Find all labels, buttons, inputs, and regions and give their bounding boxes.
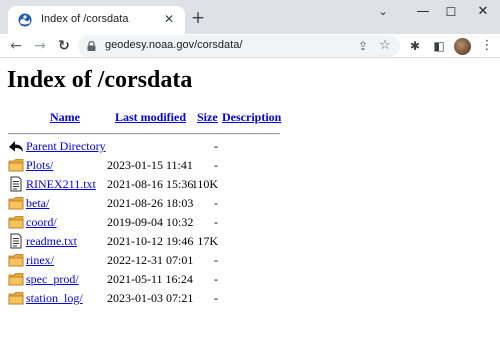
folder-icon xyxy=(8,195,24,211)
tab-search-icon[interactable]: ⌄ xyxy=(363,1,403,23)
table-row: rinex/2022-12-31 07:01 - xyxy=(8,251,280,269)
entry-size: - xyxy=(214,253,218,267)
text-file-icon xyxy=(8,233,24,249)
folder-icon xyxy=(8,157,24,173)
folder-icon xyxy=(8,214,24,230)
entry-size: - xyxy=(214,196,218,210)
entry-modified: 2023-01-03 07:21 xyxy=(107,291,194,305)
forward-button[interactable]: → xyxy=(30,36,50,56)
column-header-last-modified[interactable]: Last modified xyxy=(115,110,186,125)
folder-icon xyxy=(8,290,24,306)
entry-link[interactable]: spec_prod/ xyxy=(26,272,79,287)
entry-modified: 2022-12-31 07:01 xyxy=(107,253,194,267)
folder-icon xyxy=(8,271,24,287)
close-window-button[interactable]: ✕ xyxy=(463,1,500,23)
folder-icon xyxy=(8,252,24,268)
page-content: Index of /corsdata Name Last modified Si… xyxy=(0,59,500,356)
noaa-logo-icon xyxy=(18,13,32,27)
tab-close-icon[interactable]: ✕ xyxy=(161,11,177,27)
lock-icon[interactable] xyxy=(87,41,96,51)
entry-size: - xyxy=(214,215,218,229)
entry-modified: 2021-10-12 19:46 xyxy=(107,234,194,248)
back-button[interactable]: ← xyxy=(6,36,26,56)
column-header-name[interactable]: Name xyxy=(50,110,80,125)
table-row: readme.txt 2021-10-12 19:46 17K xyxy=(8,232,280,250)
entry-size: - xyxy=(214,291,218,305)
text-file-icon xyxy=(8,176,24,192)
share-icon[interactable]: ⇪ xyxy=(355,38,371,54)
table-row: beta/2021-08-26 18:03 - xyxy=(8,194,280,212)
table-row: spec_prod/2021-05-11 16:24 - xyxy=(8,270,280,288)
entry-size: 17K xyxy=(197,234,218,248)
entry-size: 110K xyxy=(191,177,218,191)
browser-tab[interactable]: Index of /corsdata ✕ xyxy=(8,6,185,34)
divider xyxy=(8,133,280,135)
entry-modified: 2021-08-16 15:36 xyxy=(107,177,194,191)
column-header-description[interactable]: Description xyxy=(222,110,281,125)
entry-link[interactable]: RINEX211.txt xyxy=(26,177,96,192)
table-row: Parent Directory - xyxy=(8,137,280,155)
entry-link[interactable]: beta/ xyxy=(26,196,49,211)
table-row: coord/2019-09-04 10:32 - xyxy=(8,213,280,231)
entry-link[interactable]: Plots/ xyxy=(26,158,53,173)
entry-modified: 2021-08-26 18:03 xyxy=(107,196,194,210)
entry-size: - xyxy=(214,272,218,286)
browser-titlebar: Index of /corsdata ✕ + ⌄ — ☐ ✕ xyxy=(0,0,500,34)
address-bar[interactable]: geodesy.noaa.gov/corsdata/ ⇪ ☆ xyxy=(78,35,400,57)
back-arrow-icon xyxy=(8,138,24,154)
table-row: Plots/2023-01-15 11:41 - xyxy=(8,156,280,174)
url-text[interactable]: geodesy.noaa.gov/corsdata/ xyxy=(105,39,242,51)
entry-size: - xyxy=(214,158,218,172)
entry-link[interactable]: station_log/ xyxy=(26,291,83,306)
table-row: RINEX211.txt 2021-08-16 15:36 110K xyxy=(8,175,280,193)
page-title: Index of /corsdata xyxy=(7,67,193,93)
entry-size: - xyxy=(214,139,218,153)
entry-modified: 2021-05-11 16:24 xyxy=(107,272,193,286)
side-panel-icon[interactable]: ◧ xyxy=(430,37,448,55)
column-header-size[interactable]: Size xyxy=(197,110,218,125)
browser-toolbar: ← → ↻ geodesy.noaa.gov/corsdata/ ⇪ ☆ ✱ ◧… xyxy=(0,34,500,58)
new-tab-button[interactable]: + xyxy=(188,8,208,28)
entry-modified: 2023-01-15 11:41 xyxy=(107,158,193,172)
profile-avatar[interactable] xyxy=(454,38,471,55)
entry-link[interactable]: Parent Directory xyxy=(26,139,106,154)
extensions-icon[interactable]: ✱ xyxy=(406,37,424,55)
bookmark-star-icon[interactable]: ☆ xyxy=(377,38,393,54)
reload-button[interactable]: ↻ xyxy=(54,36,74,56)
browser-menu-icon[interactable]: ⋮ xyxy=(478,37,496,55)
tab-title: Index of /corsdata xyxy=(41,13,129,25)
entry-modified: 2019-09-04 10:32 xyxy=(107,215,194,229)
entry-link[interactable]: coord/ xyxy=(26,215,57,230)
entry-link[interactable]: rinex/ xyxy=(26,253,54,268)
table-row: station_log/2023-01-03 07:21 - xyxy=(8,289,280,307)
entry-link[interactable]: readme.txt xyxy=(26,234,77,249)
